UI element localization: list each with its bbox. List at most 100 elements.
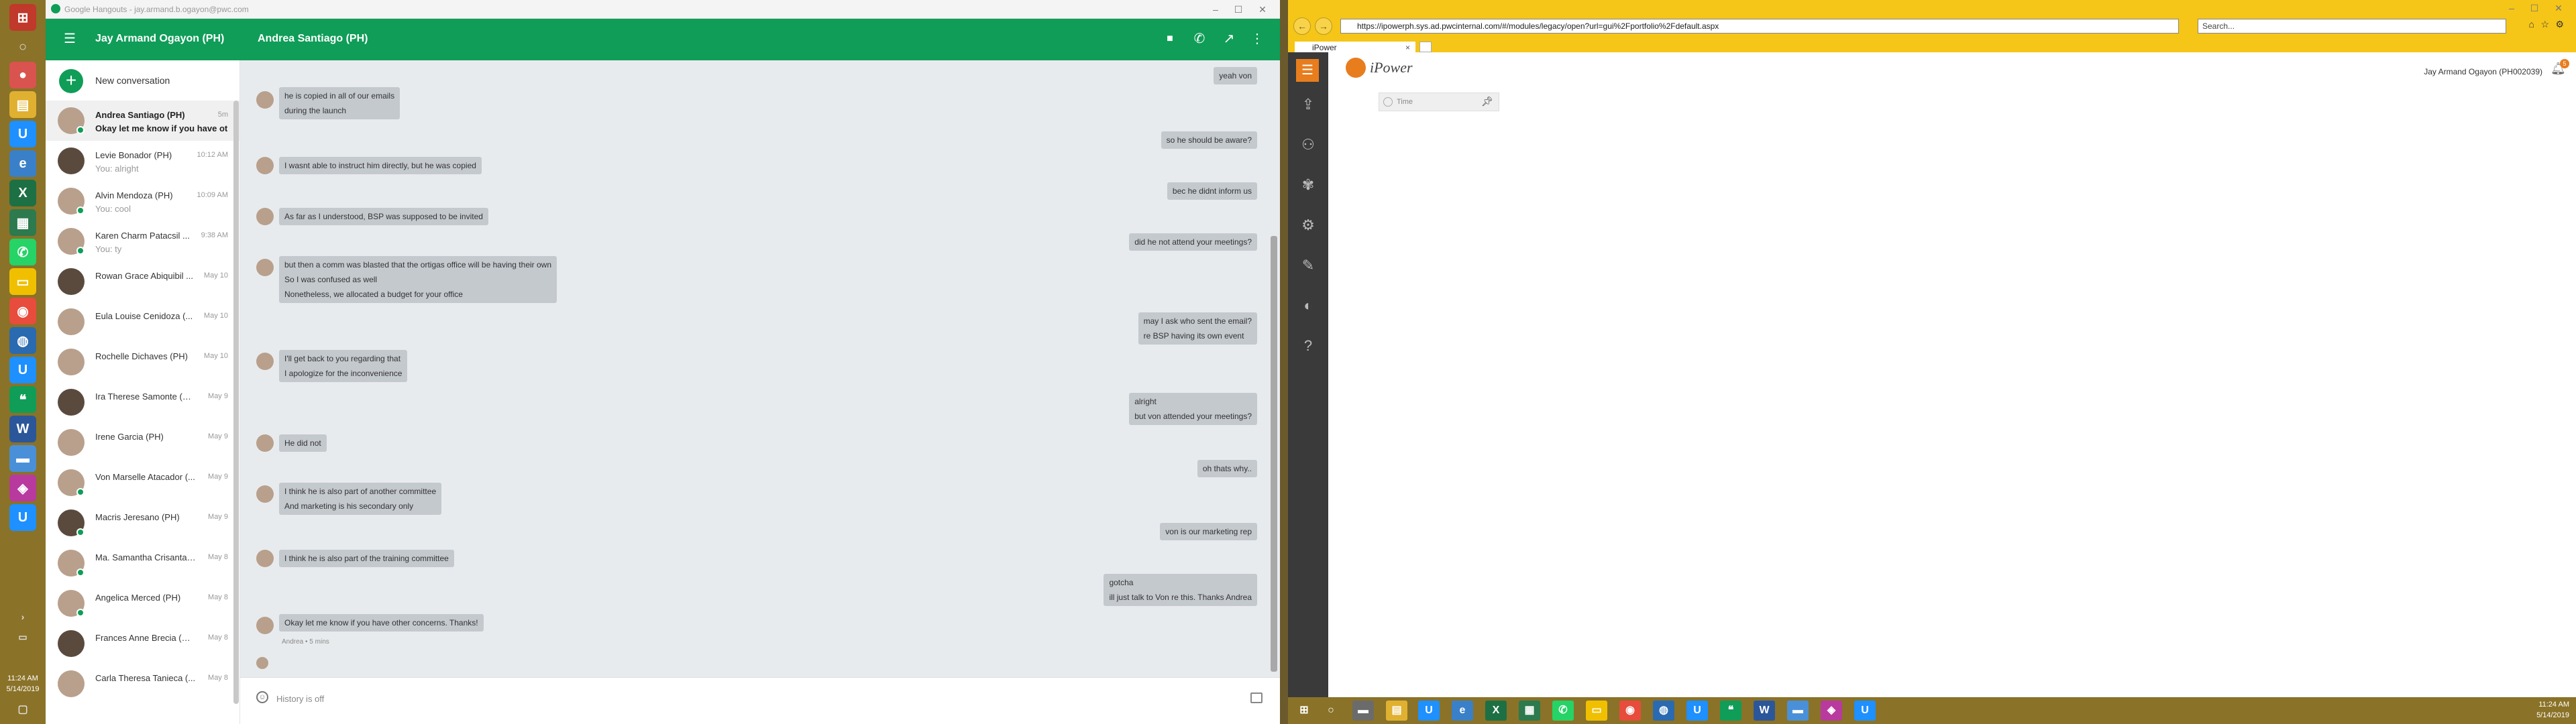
app-icon[interactable]: ● — [9, 62, 36, 88]
back-button[interactable]: ← — [1293, 17, 1311, 35]
sidebar-scrollbar[interactable] — [233, 101, 239, 704]
address-bar[interactable]: https://ipowerph.sys.ad.pwcinternal.com/… — [1340, 19, 2179, 34]
app-icon[interactable]: ▬ — [1352, 701, 1374, 721]
hangouts-icon[interactable]: ❝ — [1720, 701, 1741, 721]
message-out: von is our marketing rep — [1160, 523, 1257, 540]
conversation-time: May 9 — [208, 432, 228, 440]
chat-scrollbar[interactable] — [1271, 236, 1277, 672]
folder-icon[interactable]: ▤ — [9, 91, 36, 118]
chrome-icon[interactable]: ◉ — [9, 298, 36, 324]
start-icon[interactable]: ⊞ — [1293, 701, 1315, 721]
ie-icon[interactable]: e — [9, 150, 36, 177]
uipath-icon[interactable]: U — [9, 357, 36, 383]
window-titlebar[interactable]: Google Hangouts - jay.armand.b.ogayon@pw… — [46, 0, 1280, 19]
sticky-notes-icon[interactable]: ▭ — [1586, 701, 1607, 721]
conversation-item[interactable]: Ma. Samantha Crisanta ... May 8 — [46, 543, 239, 583]
network-icon[interactable]: ▭ — [9, 623, 36, 650]
clock[interactable]: 11:24 AM 5/14/2019 — [0, 673, 46, 695]
whatsapp-icon[interactable]: ✆ — [1552, 701, 1574, 721]
chrome-icon[interactable]: ◉ — [1619, 701, 1641, 721]
close-icon[interactable]: ✕ — [1254, 3, 1271, 16]
upload-icon[interactable]: ⇪ — [1299, 95, 1318, 114]
conversation-item[interactable]: Ira Therese Samonte (PH) May 9 — [46, 382, 239, 422]
video-call-icon[interactable]: ■ — [1162, 31, 1178, 47]
app-icon[interactable]: ▦ — [9, 209, 36, 236]
pin-icon[interactable]: 📌︎ — [1481, 96, 1493, 107]
whatsapp-icon[interactable]: ✆ — [9, 239, 36, 265]
uipath-icon[interactable]: U — [9, 504, 36, 531]
notification-icon[interactable]: ▢ — [9, 696, 36, 723]
forward-button[interactable]: → — [1315, 17, 1332, 35]
app-icon[interactable]: ▦ — [1519, 701, 1540, 721]
home-icon[interactable]: ⌂ — [2529, 19, 2534, 29]
phone-icon[interactable]: ✆ — [1191, 31, 1208, 47]
sticky-notes-icon[interactable]: ▭ — [9, 268, 36, 295]
excel-icon[interactable]: X — [9, 180, 36, 206]
conversation-preview: You: cool — [95, 204, 131, 214]
emoji-icon[interactable]: ☺ — [256, 691, 268, 703]
chat-title[interactable]: Andrea Santiago (PH) — [258, 33, 368, 45]
search-icon[interactable]: ○ — [1320, 701, 1342, 721]
conversation-item[interactable]: Macris Jeresano (PH) May 9 — [46, 503, 239, 543]
team-icon[interactable]: ⚇ — [1299, 135, 1318, 154]
uipath-icon[interactable]: U — [1854, 701, 1876, 721]
maximize-icon[interactable]: ☐ — [2526, 1, 2542, 15]
user-menu[interactable]: Jay Armand Ogayon (PH002039) — [2424, 67, 2542, 76]
uipath-icon[interactable]: U — [1418, 701, 1440, 721]
excel-icon[interactable]: X — [1485, 701, 1507, 721]
popout-icon[interactable]: ↗ — [1221, 31, 1237, 47]
close-icon[interactable]: ✕ — [2551, 1, 2567, 15]
app-icon[interactable]: ◈ — [9, 475, 36, 501]
message-line: Nonetheless, we allocated a budget for y… — [284, 290, 463, 299]
conversation-item[interactable]: Karen Charm Patacsil ... 9:38 AM You: ty — [46, 221, 239, 261]
clock[interactable]: 11:24 AM 5/14/2019 — [2536, 699, 2569, 721]
app-icon[interactable]: ▬ — [9, 445, 36, 472]
settings-icon[interactable]: ⚙ — [2555, 19, 2564, 30]
window-title: Google Hangouts - jay.armand.b.ogayon@pw… — [64, 5, 249, 14]
hangouts-icon[interactable]: ❝ — [9, 386, 36, 413]
conversation-item[interactable]: Rochelle Dichaves (PH) May 10 — [46, 342, 239, 382]
image-icon[interactable] — [1250, 692, 1263, 703]
paw-icon[interactable]: ✾ — [1299, 176, 1318, 194]
minimize-icon[interactable]: – — [1208, 3, 1224, 16]
more-options-icon[interactable]: ⋮ — [1249, 31, 1265, 47]
conversation-item[interactable]: Von Marselle Atacador (... May 9 — [46, 463, 239, 503]
conversation-item[interactable]: Carla Theresa Tanieca (... May 8 — [46, 664, 239, 704]
conversation-item[interactable]: Irene Garcia (PH) May 9 — [46, 422, 239, 463]
conversation-name: Levie Bonador (PH) — [95, 150, 172, 160]
gears-icon[interactable]: ⚙ — [1299, 216, 1318, 235]
app-icon[interactable]: ◈ — [1821, 701, 1842, 721]
help-icon[interactable]: ? — [1299, 337, 1318, 355]
uipath-icon[interactable]: U — [1686, 701, 1708, 721]
hamburger-menu-icon[interactable]: ☰ — [1296, 59, 1319, 82]
message-input[interactable]: History is off — [276, 694, 324, 704]
new-conversation-button[interactable]: + New conversation — [46, 60, 239, 101]
folder-icon[interactable]: ▤ — [1386, 701, 1407, 721]
globe-icon[interactable]: ◍ — [9, 327, 36, 354]
conversation-item[interactable]: Alvin Mendoza (PH) 10:09 AM You: cool — [46, 181, 239, 221]
dashboard-icon[interactable]: ◐ — [1299, 296, 1318, 315]
search-icon[interactable]: ○ — [9, 34, 36, 60]
ie-icon[interactable]: e — [1452, 701, 1473, 721]
conversation-item[interactable]: Rowan Grace Abiquibil ... May 10 — [46, 261, 239, 302]
new-tab-button[interactable] — [1419, 42, 1432, 52]
attachment-icon[interactable]: ✎ — [1299, 256, 1318, 275]
conversation-item[interactable]: Frances Anne Brecia (PH) May 8 — [46, 623, 239, 664]
conversation-item[interactable]: Angelica Merced (PH) May 8 — [46, 583, 239, 623]
uipath-icon[interactable]: U — [9, 121, 36, 147]
conversation-item[interactable]: Levie Bonador (PH) 10:12 AM You: alright — [46, 141, 239, 181]
minimize-icon[interactable]: – — [2504, 1, 2520, 15]
time-filter[interactable]: Time 📌︎ — [1379, 93, 1499, 111]
conversation-item[interactable]: Andrea Santiago (PH) 5m Okay let me know i… — [46, 101, 239, 141]
word-icon[interactable]: W — [9, 416, 36, 442]
maximize-icon[interactable]: ☐ — [1230, 3, 1246, 16]
search-input[interactable]: Search... — [2198, 19, 2506, 34]
globe-icon[interactable]: ◍ — [1653, 701, 1674, 721]
conversation-item[interactable]: Eula Louise Cenidoza (... May 10 — [46, 302, 239, 342]
conversation-name: Von Marselle Atacador (... — [95, 472, 195, 482]
word-icon[interactable]: W — [1754, 701, 1775, 721]
app-icon[interactable]: ▬ — [1787, 701, 1809, 721]
start-icon[interactable]: ⊞ — [9, 4, 36, 31]
favorites-icon[interactable]: ☆ — [2540, 19, 2549, 30]
menu-icon[interactable]: ☰ — [62, 31, 78, 47]
